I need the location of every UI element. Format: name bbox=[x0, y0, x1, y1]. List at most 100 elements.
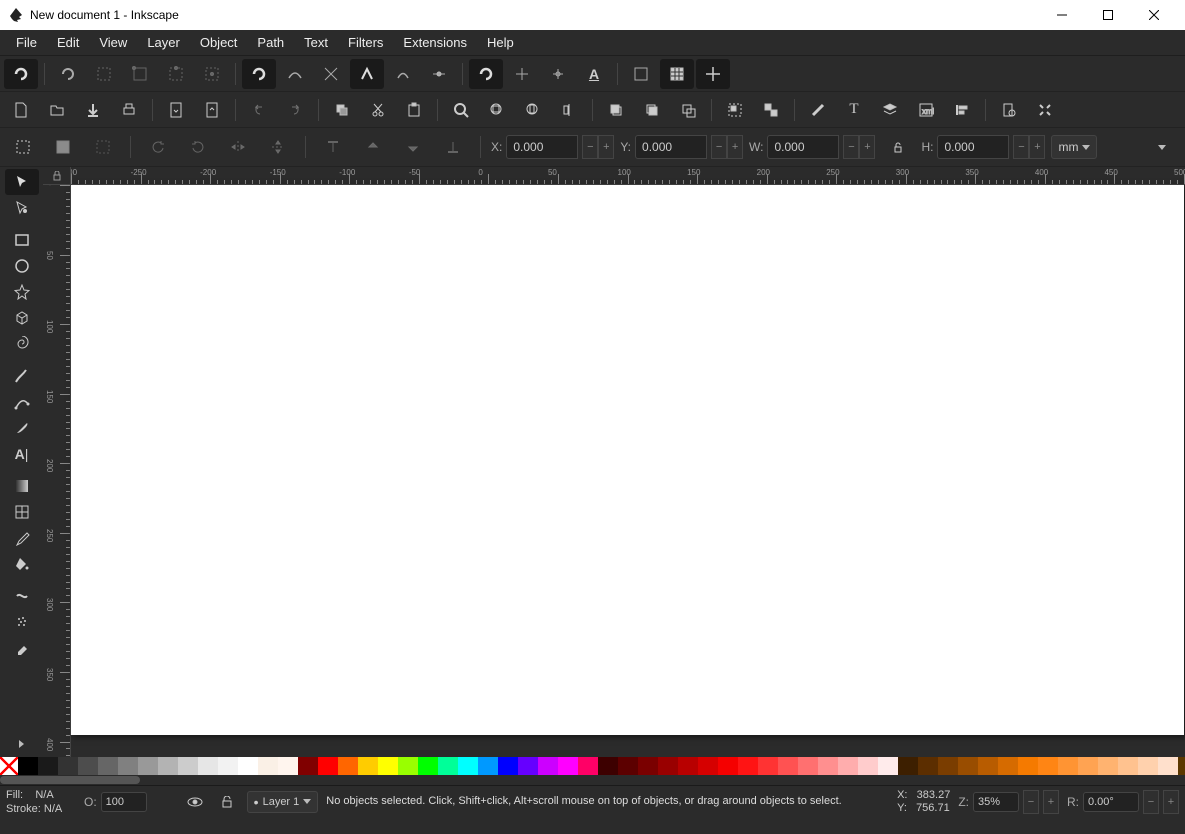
tool-pencil[interactable] bbox=[5, 363, 39, 389]
color-swatch[interactable] bbox=[438, 757, 458, 775]
color-swatch[interactable] bbox=[158, 757, 178, 775]
color-swatch[interactable] bbox=[518, 757, 538, 775]
snap-intersection-button[interactable] bbox=[314, 59, 348, 89]
snap-bbox-midpoint-button[interactable] bbox=[159, 59, 193, 89]
flip-vertical-button[interactable] bbox=[261, 132, 295, 162]
units-select[interactable]: mm bbox=[1051, 135, 1097, 159]
snap-bbox-corner-button[interactable] bbox=[123, 59, 157, 89]
menu-view[interactable]: View bbox=[89, 32, 137, 53]
zoom-out[interactable]: − bbox=[1023, 790, 1039, 814]
color-swatch[interactable] bbox=[778, 757, 798, 775]
color-swatch[interactable] bbox=[1158, 757, 1178, 775]
color-swatch[interactable] bbox=[798, 757, 818, 775]
ruler-lock-icon[interactable] bbox=[43, 167, 71, 185]
color-swatch[interactable] bbox=[698, 757, 718, 775]
tool-spray[interactable] bbox=[5, 609, 39, 635]
color-swatch[interactable] bbox=[618, 757, 638, 775]
color-swatch[interactable] bbox=[278, 757, 298, 775]
duplicate-button[interactable] bbox=[599, 95, 633, 125]
lock-aspect-button[interactable] bbox=[881, 132, 915, 162]
color-swatch[interactable] bbox=[118, 757, 138, 775]
h-input[interactable] bbox=[937, 135, 1009, 159]
color-swatch[interactable] bbox=[898, 757, 918, 775]
cut-button[interactable] bbox=[361, 95, 395, 125]
color-swatch[interactable] bbox=[238, 757, 258, 775]
zoom-selection-button[interactable] bbox=[444, 95, 478, 125]
tool-mesh[interactable] bbox=[5, 499, 39, 525]
menu-path[interactable]: Path bbox=[247, 32, 294, 53]
color-swatch[interactable] bbox=[498, 757, 518, 775]
layer-lock-button[interactable] bbox=[215, 791, 239, 813]
snap-enable-button[interactable] bbox=[4, 59, 38, 89]
tool-3dbox[interactable] bbox=[5, 305, 39, 331]
y-increment[interactable]: + bbox=[727, 135, 743, 159]
w-input[interactable] bbox=[767, 135, 839, 159]
align-dialog-button[interactable] bbox=[945, 95, 979, 125]
snap-smooth-button[interactable] bbox=[386, 59, 420, 89]
snap-others-button[interactable] bbox=[469, 59, 503, 89]
redo-button[interactable] bbox=[278, 95, 312, 125]
fill-stroke-dialog-button[interactable] bbox=[801, 95, 835, 125]
color-swatch[interactable] bbox=[1118, 757, 1138, 775]
layer-visibility-button[interactable] bbox=[183, 791, 207, 813]
menu-text[interactable]: Text bbox=[294, 32, 338, 53]
preferences-button[interactable] bbox=[1028, 95, 1062, 125]
import-button[interactable] bbox=[159, 95, 193, 125]
color-swatch[interactable] bbox=[1058, 757, 1078, 775]
flip-horizontal-button[interactable] bbox=[221, 132, 255, 162]
menu-extensions[interactable]: Extensions bbox=[393, 32, 477, 53]
minimize-button[interactable] bbox=[1039, 0, 1085, 30]
color-swatch[interactable] bbox=[878, 757, 898, 775]
layers-dialog-button[interactable] bbox=[873, 95, 907, 125]
color-swatch[interactable] bbox=[818, 757, 838, 775]
color-swatch[interactable] bbox=[718, 757, 738, 775]
color-swatch[interactable] bbox=[638, 757, 658, 775]
x-input[interactable] bbox=[506, 135, 578, 159]
color-swatch[interactable] bbox=[398, 757, 418, 775]
tool-ellipse[interactable] bbox=[5, 253, 39, 279]
tool-selector[interactable] bbox=[5, 169, 39, 195]
zoom-input[interactable] bbox=[973, 792, 1019, 812]
color-swatch[interactable] bbox=[458, 757, 478, 775]
color-swatch[interactable] bbox=[578, 757, 598, 775]
lower-bottom-button[interactable] bbox=[436, 132, 470, 162]
menu-layer[interactable]: Layer bbox=[137, 32, 190, 53]
rotation-input[interactable] bbox=[1083, 792, 1139, 812]
color-swatch[interactable] bbox=[18, 757, 38, 775]
color-swatch[interactable] bbox=[978, 757, 998, 775]
toolbox-overflow[interactable] bbox=[5, 731, 39, 757]
w-decrement[interactable]: − bbox=[843, 135, 859, 159]
fill-stroke-indicator[interactable]: Fill: N/A Stroke: N/A bbox=[6, 788, 76, 816]
clone-button[interactable] bbox=[635, 95, 669, 125]
color-swatch[interactable] bbox=[298, 757, 318, 775]
raise-button[interactable] bbox=[356, 132, 390, 162]
color-swatch[interactable] bbox=[738, 757, 758, 775]
toolbar-overflow-button[interactable] bbox=[1145, 132, 1179, 162]
y-input[interactable] bbox=[635, 135, 707, 159]
ruler-vertical[interactable]: 050100150200250300350400 bbox=[43, 185, 71, 757]
color-swatch[interactable] bbox=[1138, 757, 1158, 775]
color-swatch[interactable] bbox=[1178, 757, 1185, 775]
tool-star[interactable] bbox=[5, 279, 39, 305]
tool-spiral[interactable] bbox=[5, 331, 39, 357]
color-swatch[interactable] bbox=[998, 757, 1018, 775]
xml-dialog-button[interactable]: xml bbox=[909, 95, 943, 125]
color-swatch[interactable] bbox=[1078, 757, 1098, 775]
tool-calligraphy[interactable] bbox=[5, 415, 39, 441]
menu-help[interactable]: Help bbox=[477, 32, 524, 53]
color-swatch[interactable] bbox=[198, 757, 218, 775]
menu-file[interactable]: File bbox=[6, 32, 47, 53]
snap-nodes-button[interactable] bbox=[242, 59, 276, 89]
color-swatch[interactable] bbox=[258, 757, 278, 775]
color-swatch[interactable] bbox=[418, 757, 438, 775]
swatch-none[interactable] bbox=[0, 757, 18, 775]
color-swatch[interactable] bbox=[378, 757, 398, 775]
snap-bbox-edge-button[interactable] bbox=[87, 59, 121, 89]
x-increment[interactable]: + bbox=[598, 135, 614, 159]
color-swatch[interactable] bbox=[558, 757, 578, 775]
lower-button[interactable] bbox=[396, 132, 430, 162]
color-swatch[interactable] bbox=[538, 757, 558, 775]
new-document-button[interactable] bbox=[4, 95, 38, 125]
color-swatch[interactable] bbox=[1018, 757, 1038, 775]
h-increment[interactable]: + bbox=[1029, 135, 1045, 159]
